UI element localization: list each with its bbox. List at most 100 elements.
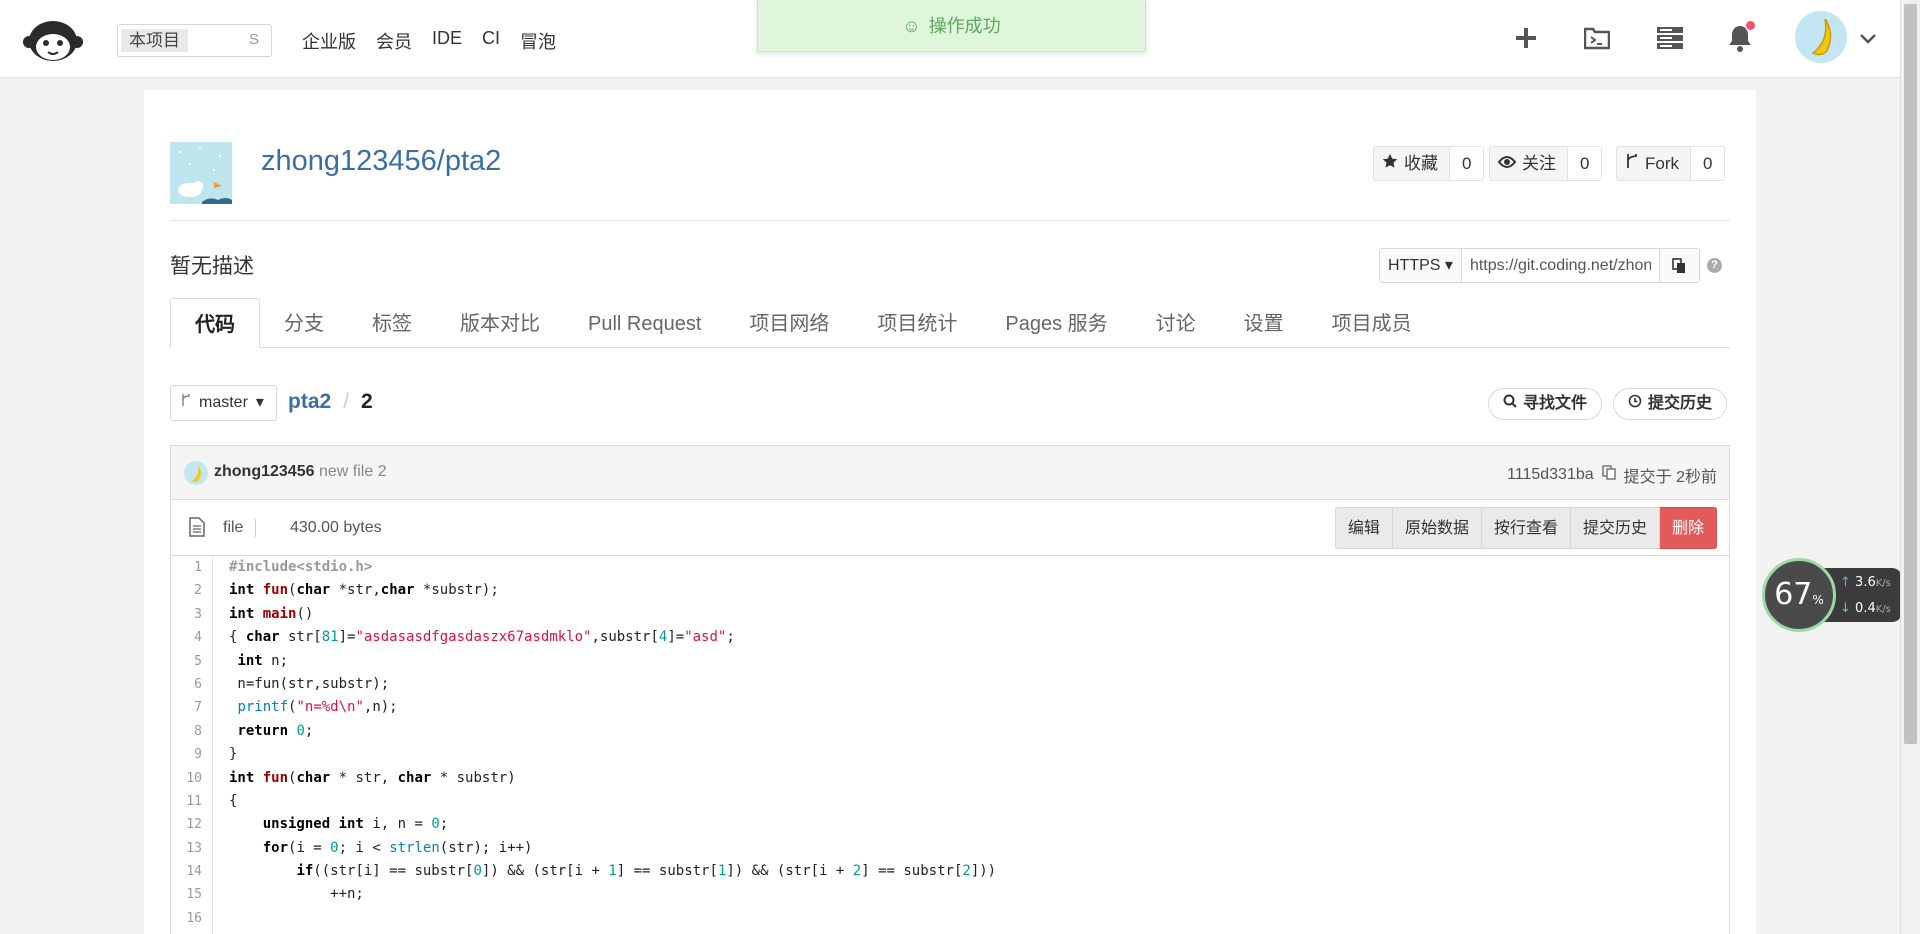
help-icon[interactable]: ?: [1707, 258, 1722, 273]
commit-history-button[interactable]: 提交历史: [1613, 388, 1728, 420]
tab-stats[interactable]: 项目统计: [853, 298, 981, 348]
main-nav: 企业版 会员 IDE CI 冒泡: [302, 28, 556, 54]
breadcrumb-current-file: 2: [361, 390, 373, 413]
nav-ci[interactable]: CI: [482, 28, 500, 54]
line-number: 16: [186, 910, 202, 926]
line-number: 2: [194, 583, 202, 599]
copy-icon[interactable]: [1658, 249, 1699, 282]
project-description: 暂无描述: [170, 255, 254, 278]
tab-tags[interactable]: 标签: [348, 298, 436, 348]
line-number: 3: [194, 606, 202, 622]
fork-count: 0: [1690, 147, 1725, 180]
fork-icon: [1625, 147, 1639, 180]
commit-hash[interactable]: 1115d331ba: [1507, 466, 1594, 484]
file-viewer: zhong123456 new file 2 1115d331ba 提交于 2秒…: [170, 445, 1730, 934]
copy-hash-icon[interactable]: [1601, 465, 1616, 485]
coding-logo-icon[interactable]: [22, 14, 84, 64]
line-number: 1: [194, 560, 202, 575]
line-number: 12: [186, 817, 202, 833]
line-numbers: 1 2 3 4 5 6 7 8 9 10 11 12 13 14 15 16: [171, 556, 213, 934]
tab-code[interactable]: 代码: [170, 298, 260, 348]
code-line: return 0;: [237, 722, 314, 739]
user-avatar[interactable]: [1795, 11, 1847, 63]
upload-speed: ↑ 3.6K/s: [1840, 575, 1891, 590]
tab-pull-request[interactable]: Pull Request: [564, 298, 725, 348]
delete-button[interactable]: 删除: [1659, 507, 1717, 549]
caret-down-icon: ▾: [1444, 257, 1453, 274]
code-line: {: [229, 792, 238, 809]
tab-members[interactable]: 项目成员: [1308, 298, 1436, 348]
raw-button[interactable]: 原始数据: [1392, 507, 1482, 549]
tab-settings[interactable]: 设置: [1220, 298, 1308, 348]
terminal-folder-icon[interactable]: [1583, 26, 1612, 54]
code-line: #include<stdio.h>: [229, 559, 373, 575]
nav-ide[interactable]: IDE: [432, 28, 462, 54]
network-speed-widget[interactable]: 67% ↑ 3.6K/s ↓ 0.4K/s: [1762, 558, 1902, 632]
code-line: { char str[81]="asdasasdfgasdaszx67asdmk…: [229, 629, 735, 646]
commit-author[interactable]: zhong123456: [214, 463, 314, 481]
star-label: 收藏: [1404, 154, 1438, 173]
code-line: }: [229, 746, 238, 763]
edit-button[interactable]: 编辑: [1334, 507, 1393, 549]
commit-avatar[interactable]: [184, 461, 208, 485]
file-icon: [189, 517, 205, 542]
notification-dot: [1746, 21, 1755, 30]
chevron-down-icon[interactable]: [1859, 32, 1877, 50]
tab-pages[interactable]: Pages 服务: [981, 298, 1131, 348]
tab-network[interactable]: 项目网络: [725, 298, 853, 348]
code-line: printf("n=%d\n",n);: [237, 699, 398, 716]
server-icon[interactable]: [1656, 26, 1684, 54]
search-input[interactable]: 本项目 S: [117, 24, 272, 57]
commit-time: 提交于 2秒前: [1623, 469, 1717, 486]
line-number: 8: [194, 723, 202, 739]
clone-url-input[interactable]: [1461, 249, 1659, 282]
last-commit-bar: zhong123456 new file 2 1115d331ba 提交于 2秒…: [171, 446, 1729, 500]
project-avatar[interactable]: [170, 142, 232, 204]
breadcrumb-repo-link[interactable]: pta2: [288, 390, 331, 414]
watch-counter[interactable]: 关注 0: [1489, 146, 1603, 181]
search-scope-tag[interactable]: 本项目: [121, 29, 188, 52]
code-line: int fun(char * str, char * substr): [229, 769, 516, 786]
fork-counter[interactable]: Fork 0: [1616, 146, 1726, 181]
download-speed: ↓ 0.4K/s: [1840, 601, 1891, 616]
download-value: 0.4: [1855, 601, 1876, 616]
tab-discussion[interactable]: 讨论: [1132, 298, 1220, 348]
line-number: 14: [186, 864, 202, 880]
caret-down-icon: ▾: [255, 394, 264, 411]
line-number: 10: [186, 770, 202, 786]
tab-compare[interactable]: 版本对比: [436, 298, 564, 348]
line-number: 9: [194, 747, 202, 763]
nav-member[interactable]: 会员: [376, 28, 412, 54]
find-file-button[interactable]: 寻找文件: [1488, 388, 1603, 420]
smile-icon: ☺: [902, 16, 921, 36]
star-count: 0: [1449, 147, 1484, 180]
breadcrumb: pta2 / 2: [288, 390, 373, 414]
gauge-percent-sign: %: [1812, 593, 1824, 607]
upload-unit: K/s: [1875, 578, 1891, 589]
tab-branches[interactable]: 分支: [260, 298, 348, 348]
page-scrollbar[interactable]: [1900, 0, 1920, 934]
clone-protocol-label: HTTPS: [1388, 257, 1441, 274]
branch-selector[interactable]: master ▾: [170, 385, 277, 421]
code-line: int n;: [237, 652, 289, 669]
file-size: 430.00 bytes: [290, 519, 382, 536]
clock-icon: [1628, 389, 1642, 419]
code-line: int fun(char *str,char *substr);: [229, 582, 499, 599]
blame-button[interactable]: 按行查看: [1481, 507, 1571, 549]
project-panel: zhong123456/pta2 收藏 0 关注 0 Fork 0 暂无描述 H…: [144, 90, 1756, 934]
search-icon: [1503, 389, 1517, 419]
clone-protocol-select[interactable]: HTTPS ▾: [1380, 249, 1462, 282]
scrollbar-thumb[interactable]: [1904, 4, 1917, 744]
star-counter[interactable]: 收藏 0: [1373, 146, 1485, 181]
nav-enterprise[interactable]: 企业版: [302, 28, 356, 54]
file-history-button[interactable]: 提交历史: [1570, 507, 1660, 549]
plus-icon[interactable]: [1514, 26, 1542, 54]
project-title[interactable]: zhong123456/pta2: [261, 145, 501, 178]
branch-name: master: [199, 394, 248, 411]
success-toast: ☺ 操作成功: [757, 0, 1146, 52]
gauge-percent: 67: [1774, 577, 1813, 612]
file-info-bar: file 430.00 bytes 编辑 原始数据 按行查看 提交历史 删除: [171, 500, 1729, 556]
nav-bubble[interactable]: 冒泡: [520, 28, 556, 54]
code-line: ++n;: [229, 886, 364, 903]
commit-message[interactable]: new file 2: [319, 463, 387, 481]
